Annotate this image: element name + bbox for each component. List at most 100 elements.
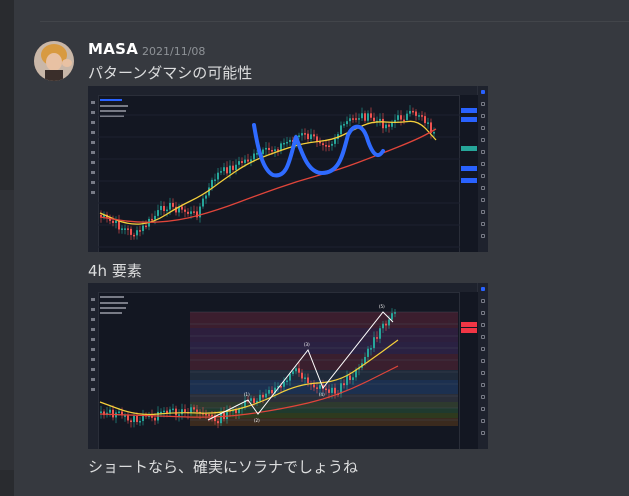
- candle-body: [178, 414, 180, 416]
- candle-body: [184, 209, 186, 212]
- candle-body: [154, 417, 156, 421]
- candle-body: [313, 384, 315, 388]
- candle-body: [391, 313, 393, 320]
- candle-body: [406, 113, 408, 120]
- candle-body: [238, 161, 240, 165]
- candle-body: [229, 165, 231, 174]
- candle-body: [184, 409, 186, 412]
- candle-body: [274, 149, 276, 152]
- candle-body: [382, 118, 384, 129]
- candle-body: [385, 124, 387, 129]
- candle-body: [352, 118, 354, 120]
- candle-body: [151, 218, 153, 221]
- candle-body: [349, 118, 351, 122]
- candle-body: [163, 205, 165, 211]
- candle-body: [205, 413, 207, 416]
- candle-body: [196, 409, 198, 412]
- candle-body: [328, 389, 330, 393]
- candle-body: [352, 377, 354, 381]
- candle-body: [136, 415, 138, 422]
- wave-label: (3): [304, 342, 310, 347]
- candle-body: [193, 211, 195, 213]
- candle-body: [220, 412, 222, 424]
- candle-body: [271, 150, 273, 152]
- candle-body: [136, 230, 138, 236]
- server-rail: [0, 0, 14, 496]
- chart1-canvas: [98, 105, 460, 248]
- candle-body: [163, 410, 165, 413]
- candle-body: [175, 408, 177, 416]
- candle-body: [256, 153, 258, 155]
- candle-body: [157, 210, 159, 216]
- fib-zone: [190, 354, 458, 370]
- candle-body: [271, 389, 273, 394]
- candle-body: [262, 149, 264, 154]
- message-text-line3: ショートなら、確実にソラナでしょうね: [88, 458, 359, 476]
- chart2-canvas: (1) (2) (3) (4) (5): [99, 304, 458, 429]
- fib-zone: [190, 418, 458, 426]
- message-username[interactable]: MASA: [88, 40, 138, 58]
- candle-body: [232, 165, 234, 170]
- chart-attachment-1[interactable]: [88, 86, 488, 252]
- candle-body: [289, 373, 291, 381]
- candle-body: [301, 372, 303, 379]
- candle-body: [298, 135, 300, 138]
- candle-body: [364, 356, 366, 364]
- wave-label: (4): [319, 392, 325, 397]
- candle-body: [388, 124, 390, 127]
- candle-body: [403, 119, 405, 122]
- candle-body: [223, 167, 225, 172]
- candle-body: [235, 164, 237, 170]
- candle-body: [418, 115, 420, 117]
- candle-body: [247, 159, 249, 162]
- candle-body: [364, 113, 366, 121]
- candle-body: [310, 134, 312, 140]
- candle-body: [367, 113, 369, 121]
- candle-body: [160, 205, 162, 211]
- candle-body: [124, 228, 126, 230]
- candle-body: [154, 215, 156, 220]
- candle-body: [304, 377, 306, 379]
- tv-right-panel: [477, 86, 488, 252]
- rail-block: [0, 470, 14, 496]
- candle-body: [193, 407, 195, 410]
- candle-body: [346, 121, 348, 125]
- candle-body: [355, 118, 357, 120]
- candle-body: [331, 387, 333, 393]
- candle-body: [328, 145, 330, 148]
- candle-body: [304, 133, 306, 135]
- candle-body: [253, 398, 255, 403]
- candle-body: [370, 348, 372, 350]
- candle-body: [346, 375, 348, 386]
- candle-body: [433, 132, 435, 134]
- candle-body: [415, 111, 417, 116]
- candle-body: [316, 136, 318, 142]
- candle-body: [283, 142, 285, 145]
- candle-body: [391, 122, 393, 127]
- message-timestamp: 2021/11/08: [142, 45, 206, 58]
- message-text-line2: 4h 要素: [88, 262, 142, 280]
- candle-body: [343, 124, 345, 126]
- rail-block: [0, 0, 14, 190]
- candle-body: [409, 110, 411, 114]
- candle-body: [370, 113, 372, 118]
- candle-body: [373, 117, 375, 121]
- candle-body: [289, 139, 291, 142]
- candle-body: [211, 179, 213, 188]
- candle-body: [112, 409, 114, 418]
- chart-attachment-2[interactable]: (1) (2) (3) (4) (5): [88, 283, 488, 449]
- candle-body: [379, 328, 381, 339]
- candle-body: [166, 209, 168, 212]
- message-text-line1: パターンダマシの可能性: [88, 64, 253, 82]
- candle-body: [100, 411, 102, 413]
- candle-body: [115, 220, 117, 223]
- candle-body: [142, 225, 144, 231]
- candle-body: [325, 388, 327, 391]
- candle-body: [343, 383, 345, 386]
- candle-body: [394, 312, 396, 314]
- candle-body: [130, 228, 132, 235]
- user-avatar[interactable]: [34, 41, 74, 81]
- candle-body: [373, 337, 375, 349]
- candle-body: [334, 138, 336, 144]
- candle-body: [139, 420, 141, 423]
